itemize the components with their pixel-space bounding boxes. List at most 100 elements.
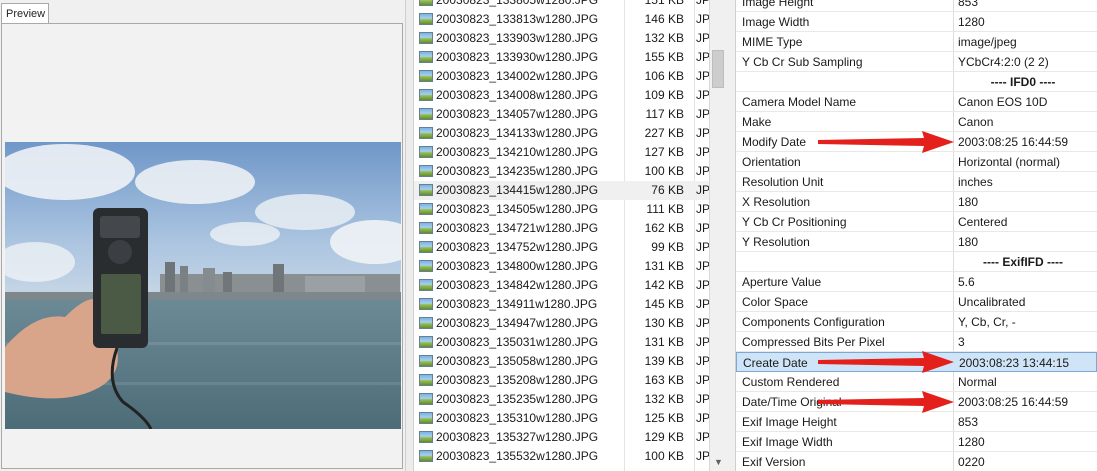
file-list-item[interactable]: 20030823_135310w1280.JPG 125 KB JP bbox=[414, 409, 709, 428]
metadata-key: Modify Date bbox=[742, 135, 807, 149]
file-list-item[interactable]: 20030823_133813w1280.JPG 146 KB JP bbox=[414, 10, 709, 29]
file-list-item[interactable]: 20030823_134842w1280.JPG 142 KB JP bbox=[414, 276, 709, 295]
file-list-item[interactable]: 20030823_133903w1280.JPG 132 KB JP bbox=[414, 29, 709, 48]
file-type: JP bbox=[696, 430, 709, 444]
file-list-item[interactable]: 20030823_134721w1280.JPG 162 KB JP bbox=[414, 219, 709, 238]
file-list-item[interactable]: 20030823_134800w1280.JPG 131 KB JP bbox=[414, 257, 709, 276]
metadata-value: 2003:08:23 13:44:15 bbox=[959, 356, 1070, 370]
file-size: 151 KB bbox=[644, 0, 684, 7]
metadata-row[interactable]: Exif Version 0220 bbox=[736, 452, 1097, 471]
metadata-key: Exif Image Height bbox=[742, 415, 837, 429]
file-size: 109 KB bbox=[644, 88, 684, 102]
metadata-value: Canon bbox=[958, 115, 994, 129]
metadata-key: Make bbox=[742, 115, 772, 129]
file-list-item[interactable]: 20030823_134947w1280.JPG 130 KB JP bbox=[414, 314, 709, 333]
file-name: 20030823_134800w1280.JPG bbox=[436, 259, 599, 273]
file-list-item[interactable]: 20030823_134210w1280.JPG 127 KB JP bbox=[414, 143, 709, 162]
metadata-value: Normal bbox=[958, 375, 997, 389]
file-size: 106 KB bbox=[644, 69, 684, 83]
metadata-row[interactable]: Aperture Value 5.6 bbox=[736, 272, 1097, 292]
metadata-value: 1280 bbox=[958, 15, 985, 29]
file-list-item[interactable]: 20030823_134133w1280.JPG 227 KB JP bbox=[414, 124, 709, 143]
file-type: JP bbox=[696, 240, 709, 254]
metadata-row[interactable]: X Resolution 180 bbox=[736, 192, 1097, 212]
file-list-item[interactable]: 20030823_134008w1280.JPG 109 KB JP bbox=[414, 86, 709, 105]
metadata-value: Centered bbox=[958, 215, 1008, 229]
metadata-value: 180 bbox=[958, 195, 979, 209]
file-list-item[interactable]: 20030823_133930w1280.JPG 155 KB JP bbox=[414, 48, 709, 67]
tab-preview[interactable]: Preview bbox=[1, 3, 49, 24]
file-list-item[interactable]: 20030823_134002w1280.JPG 106 KB JP bbox=[414, 67, 709, 86]
preview-photo-illustration bbox=[5, 142, 401, 429]
metadata-value: YCbCr4:2:0 (2 2) bbox=[958, 55, 1049, 69]
file-type: JP bbox=[696, 88, 709, 102]
file-list-item[interactable]: 20030823_135235w1280.JPG 132 KB JP bbox=[414, 390, 709, 409]
metadata-row[interactable]: MIME Type image/jpeg bbox=[736, 32, 1097, 52]
metadata-row[interactable]: Y Cb Cr Positioning Centered bbox=[736, 212, 1097, 232]
metadata-key: Camera Model Name bbox=[742, 95, 857, 109]
pane-splitter-2[interactable] bbox=[726, 0, 736, 471]
file-size: 146 KB bbox=[644, 12, 684, 26]
file-list-item[interactable]: 20030823_134235w1280.JPG 100 KB JP bbox=[414, 162, 709, 181]
metadata-key: Exif Version bbox=[742, 455, 806, 469]
metadata-key: Resolution Unit bbox=[742, 175, 824, 189]
file-type: JP bbox=[696, 411, 709, 425]
file-list-item[interactable]: 20030823_135327w1280.JPG 129 KB JP bbox=[414, 428, 709, 447]
image-file-icon bbox=[419, 13, 433, 25]
metadata-section-header[interactable]: ---- ExifIFD ---- bbox=[736, 252, 1097, 272]
metadata-value: inches bbox=[958, 175, 993, 189]
file-size: 130 KB bbox=[644, 316, 684, 330]
pane-splitter[interactable] bbox=[406, 0, 414, 471]
file-size: 139 KB bbox=[644, 354, 684, 368]
metadata-value: 5.6 bbox=[958, 275, 975, 289]
file-type: JP bbox=[696, 354, 709, 368]
file-list-item[interactable]: 20030823_134911w1280.JPG 145 KB JP bbox=[414, 295, 709, 314]
image-file-icon bbox=[419, 317, 433, 329]
file-list-scrollbar[interactable]: ▼ bbox=[709, 0, 726, 471]
metadata-key: Image Width bbox=[742, 15, 810, 29]
file-size: 100 KB bbox=[644, 164, 684, 178]
metadata-section-header[interactable]: ---- IFD0 ---- bbox=[736, 72, 1097, 92]
file-list-item[interactable]: 20030823_134752w1280.JPG 99 KB JP bbox=[414, 238, 709, 257]
file-type: JP bbox=[696, 164, 709, 178]
file-name: 20030823_134235w1280.JPG bbox=[436, 164, 599, 178]
metadata-row[interactable]: Orientation Horizontal (normal) bbox=[736, 152, 1097, 172]
file-list-item[interactable]: 20030823_135058w1280.JPG 139 KB JP bbox=[414, 352, 709, 371]
scroll-down-arrow-icon[interactable]: ▼ bbox=[710, 454, 727, 471]
file-list-item[interactable]: 20030823_135208w1280.JPG 163 KB JP bbox=[414, 371, 709, 390]
metadata-row[interactable]: Image Width 1280 bbox=[736, 12, 1097, 32]
file-size: 76 KB bbox=[651, 183, 684, 197]
file-list-item[interactable]: 20030823_135532w1280.JPG 100 KB JP bbox=[414, 447, 709, 466]
metadata-row[interactable]: Exif Image Width 1280 bbox=[736, 432, 1097, 452]
image-file-icon bbox=[419, 203, 433, 215]
file-list-item[interactable]: 20030823_134057w1280.JPG 117 KB JP bbox=[414, 105, 709, 124]
metadata-value: Horizontal (normal) bbox=[958, 155, 1061, 169]
file-list: 20030823_133805w1280.JPG 151 KB JP 20030823… bbox=[414, 0, 709, 471]
file-type: JP bbox=[696, 12, 709, 26]
scrollbar-thumb[interactable] bbox=[712, 50, 724, 88]
file-list-item[interactable]: 20030823_135031w1280.JPG 131 KB JP bbox=[414, 333, 709, 352]
metadata-row[interactable]: Exif Image Height 853 bbox=[736, 412, 1097, 432]
file-name: 20030823_135310w1280.JPG bbox=[436, 411, 599, 425]
image-file-icon bbox=[419, 279, 433, 291]
metadata-row[interactable]: Y Cb Cr Sub Sampling YCbCr4:2:0 (2 2) bbox=[736, 52, 1097, 72]
metadata-value: Y, Cb, Cr, - bbox=[958, 315, 1016, 329]
metadata-key: Color Space bbox=[742, 295, 809, 309]
file-size: 125 KB bbox=[644, 411, 684, 425]
file-type: JP bbox=[696, 278, 709, 292]
metadata-row[interactable]: Color Space Uncalibrated bbox=[736, 292, 1097, 312]
metadata-row[interactable]: Camera Model Name Canon EOS 10D bbox=[736, 92, 1097, 112]
file-list-item[interactable]: 20030823_134415w1280.JPG 76 KB JP bbox=[414, 181, 709, 200]
file-list-item[interactable]: 20030823_133805w1280.JPG 151 KB JP bbox=[414, 0, 709, 10]
metadata-row[interactable]: Components Configuration Y, Cb, Cr, - bbox=[736, 312, 1097, 332]
file-name: 20030823_134752w1280.JPG bbox=[436, 240, 599, 254]
metadata-row[interactable]: Resolution Unit inches bbox=[736, 172, 1097, 192]
image-file-icon bbox=[419, 412, 433, 424]
metadata-row[interactable]: Y Resolution 180 bbox=[736, 232, 1097, 252]
metadata-value: 2003:08:25 16:44:59 bbox=[958, 395, 1069, 409]
metadata-row[interactable]: Image Height 853 bbox=[736, 0, 1097, 12]
file-type: JP bbox=[696, 373, 709, 387]
file-list-item[interactable]: 20030823_134505w1280.JPG 111 KB JP bbox=[414, 200, 709, 219]
file-name: 20030823_133930w1280.JPG bbox=[436, 50, 599, 64]
file-name: 20030823_134911w1280.JPG bbox=[436, 297, 598, 311]
